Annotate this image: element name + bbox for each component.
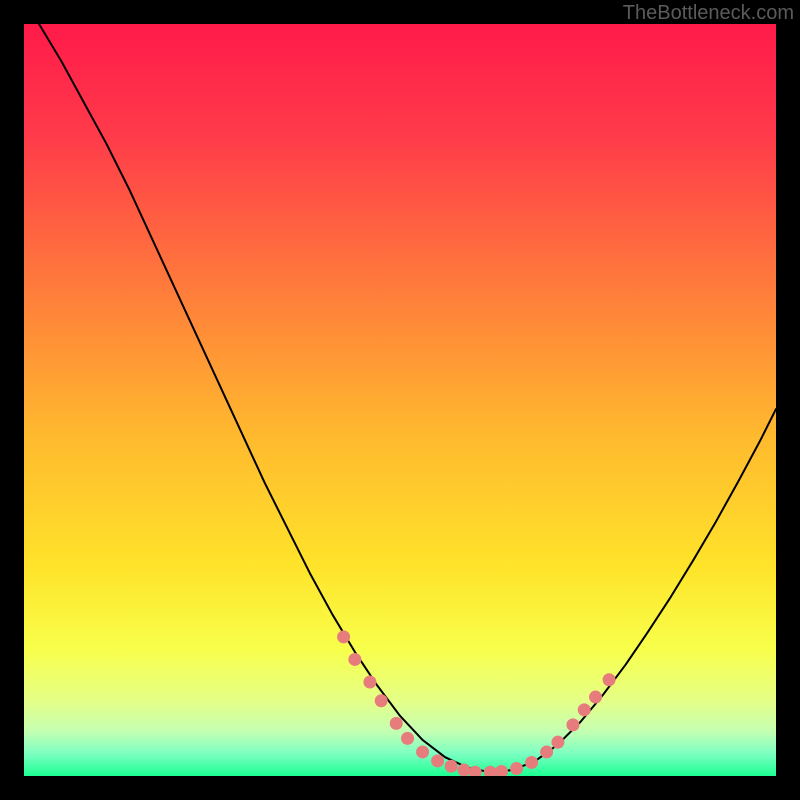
- marked-point: [401, 732, 414, 745]
- marked-point: [551, 736, 564, 749]
- marked-point: [348, 653, 361, 666]
- marked-point: [457, 763, 470, 776]
- marked-point: [540, 745, 553, 758]
- watermark-text: TheBottleneck.com: [623, 2, 794, 25]
- marked-point: [445, 760, 458, 773]
- marked-point: [363, 676, 376, 689]
- marked-point: [589, 691, 602, 704]
- chart-frame: TheBottleneck.com: [0, 0, 800, 800]
- marked-point: [578, 703, 591, 716]
- chart-svg: [24, 24, 776, 776]
- marked-point: [510, 762, 523, 775]
- marked-point: [337, 630, 350, 643]
- marked-point: [390, 717, 403, 730]
- marked-point: [375, 694, 388, 707]
- plot-area: [24, 24, 776, 776]
- marked-point: [566, 718, 579, 731]
- marked-point: [431, 754, 444, 767]
- marked-point: [603, 673, 616, 686]
- marked-point: [525, 756, 538, 769]
- marked-point: [416, 745, 429, 758]
- gradient-background: [24, 24, 776, 776]
